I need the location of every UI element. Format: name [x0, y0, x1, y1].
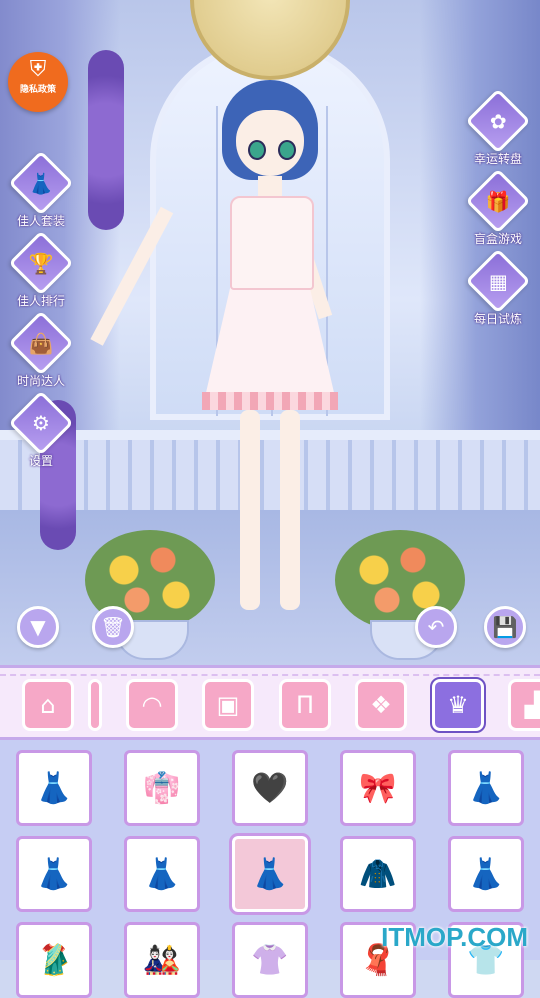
collapse-button[interactable]: ▼	[17, 606, 59, 648]
category-home[interactable]: ⌂	[22, 679, 74, 731]
dress-icon: ♛	[447, 691, 469, 719]
shield-doc-icon: ⛨	[29, 57, 47, 82]
socks-icon: ▟	[525, 691, 540, 719]
game-scene	[0, 0, 540, 665]
category-hair[interactable]: ◠	[126, 679, 178, 731]
menu-dress-set-button[interactable]: 👗 佳人套装	[6, 150, 76, 229]
undo-icon: ↶	[427, 615, 445, 639]
trophy-icon: 🏆	[28, 251, 54, 275]
dress-item-selected[interactable]: 👗	[229, 833, 311, 915]
gear-icon: ⚙	[32, 411, 50, 435]
category-pants[interactable]: Π	[279, 679, 331, 731]
grape-vine-left	[88, 50, 124, 230]
pants-icon: Π	[295, 691, 315, 719]
handbag-icon: 👜	[28, 331, 54, 355]
dress-item[interactable]: 👗	[124, 836, 200, 912]
dress-item[interactable]: 👗	[448, 836, 524, 912]
dress-icon: 👗	[28, 171, 54, 195]
menu-ranking-button[interactable]: 🏆 佳人排行	[6, 230, 76, 309]
undo-button[interactable]: ↶	[415, 606, 457, 648]
wheel-icon: ✿	[489, 108, 507, 133]
delete-button[interactable]: 🗑	[92, 606, 134, 648]
privacy-policy-button[interactable]: ⛨ 隐私政策	[8, 52, 68, 112]
menu-blind-box-button[interactable]: 🎁 盲盒游戏	[463, 168, 533, 247]
character-dress-top	[230, 196, 314, 290]
dress-item[interactable]: 👗	[16, 836, 92, 912]
calendar-icon: ▦	[488, 269, 508, 293]
category-coat[interactable]: ❖	[355, 679, 407, 731]
character-avatar[interactable]	[90, 80, 400, 620]
dress-item[interactable]: 🎀	[340, 750, 416, 826]
menu-daily-trial-button[interactable]: ▦ 每日试炼	[463, 248, 533, 327]
trash-icon: 🗑	[100, 615, 126, 639]
coat-icon: ❖	[370, 691, 392, 719]
dress-item[interactable]: 👚	[232, 922, 308, 998]
menu-lucky-wheel-button[interactable]: ✿ 幸运转盘	[463, 88, 533, 167]
save-icon: 💾	[492, 615, 518, 639]
gift-icon: 🎁	[485, 189, 511, 213]
chevron-down-icon: ▼	[30, 615, 46, 639]
dress-item[interactable]: 🥻	[16, 922, 92, 998]
category-top[interactable]: ▣	[202, 679, 254, 731]
dress-item[interactable]: 👗	[448, 750, 524, 826]
dress-item[interactable]: 🎎	[124, 922, 200, 998]
category-dress[interactable]: ♛	[430, 677, 486, 733]
category-socks[interactable]: ▟	[508, 679, 540, 731]
hair-icon: ◠	[141, 691, 163, 719]
category-bar: ⌂ ◠ ▣ Π ❖ ♛ ▟	[0, 665, 540, 740]
home-icon: ⌂	[40, 691, 56, 719]
top-icon: ▣	[216, 691, 240, 719]
dress-item[interactable]: 🧥	[340, 836, 416, 912]
watermark-text: ITMOP.COM	[381, 922, 528, 952]
dress-item[interactable]: 👘	[124, 750, 200, 826]
save-button[interactable]: 💾	[484, 606, 526, 648]
menu-settings-button[interactable]: ⚙ 设置	[6, 390, 76, 469]
category-partial[interactable]	[88, 679, 102, 731]
menu-fashion-button[interactable]: 👜 时尚达人	[6, 310, 76, 389]
dress-item[interactable]: 👗	[16, 750, 92, 826]
dress-item[interactable]: 🖤	[232, 750, 308, 826]
